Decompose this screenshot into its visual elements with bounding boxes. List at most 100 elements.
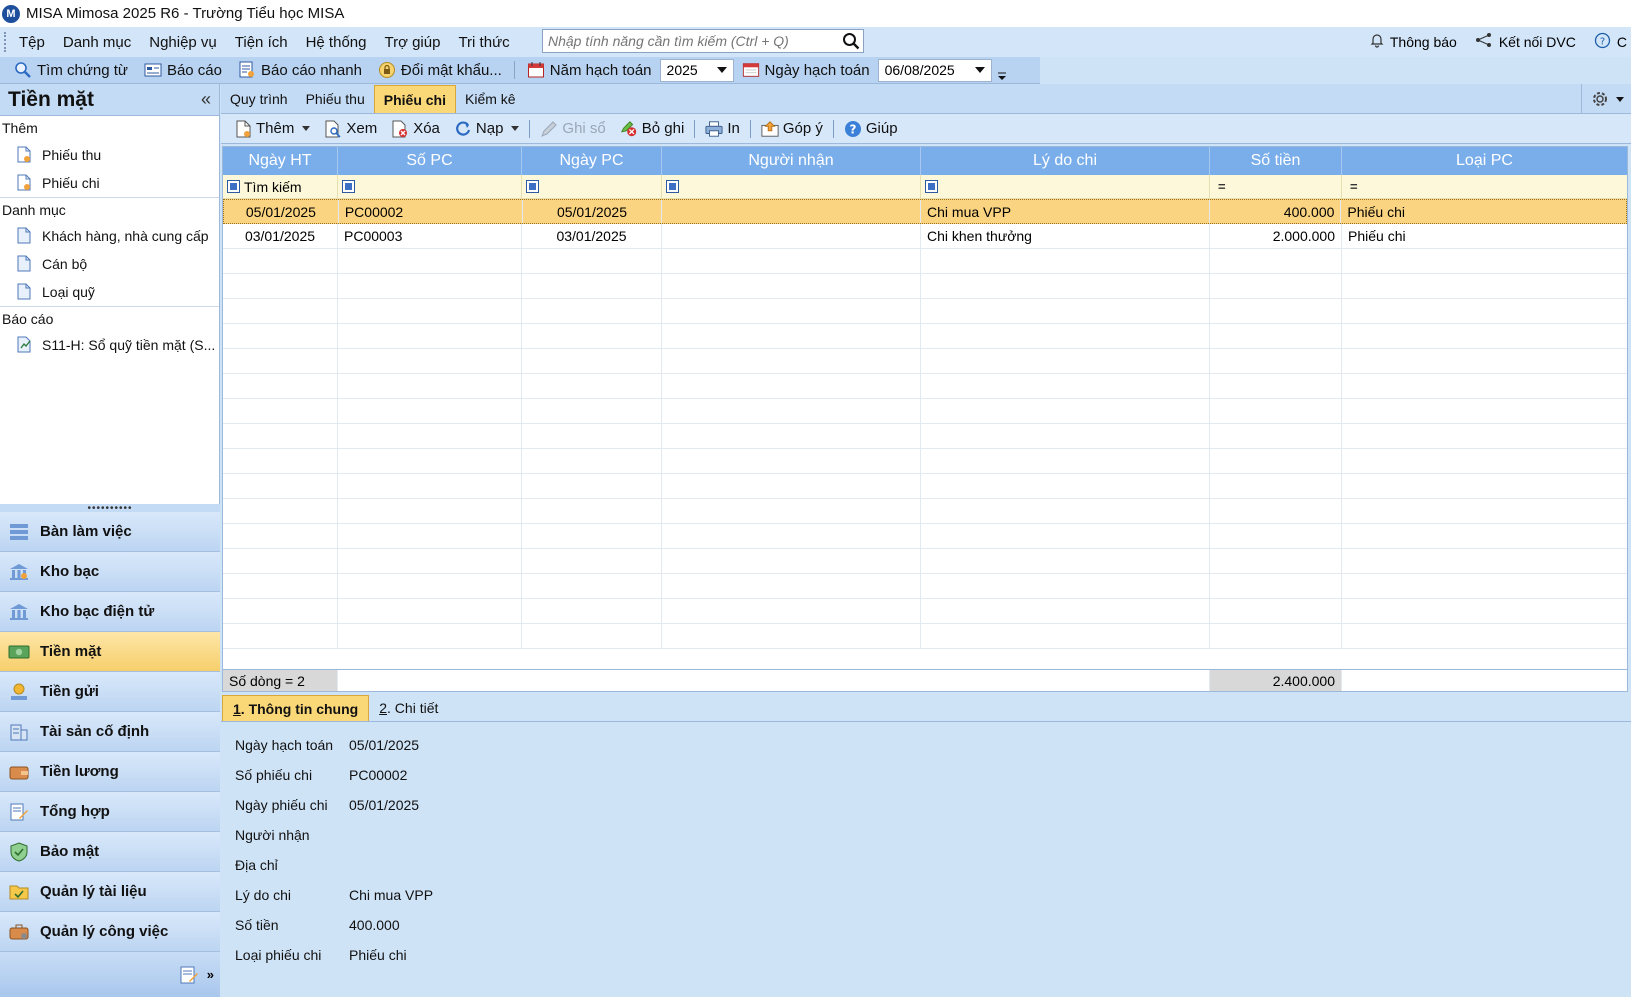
column-header-ngay-pc[interactable]: Ngày PC [522,147,662,175]
sidebar-group-report: Báo cáo [0,306,219,331]
empty-cell [662,499,921,523]
help-circle-icon: ? [1594,32,1611,53]
tab-phieu-chi[interactable]: Phiếu chi [373,85,456,113]
help-action-button[interactable]: ? Giúp [837,115,905,143]
change-password-button[interactable]: Đổi mật khẩu... [370,57,510,84]
view-button[interactable]: Xem [317,115,384,143]
column-header-nguoi-nhan[interactable]: Người nhận [662,147,921,175]
equals-icon[interactable]: = [1218,179,1226,194]
tab-number: 2 [379,700,388,716]
posting-date-label-group: Ngày hạch toán [742,57,878,84]
sidebar-item-can-bo[interactable]: Cán bộ [0,250,219,278]
filter-ngay-pc[interactable] [522,175,662,198]
settings-button[interactable] [1581,84,1631,114]
feedback-button[interactable]: Góp ý [754,115,830,143]
column-header-ly-do-chi[interactable]: Lý do chi [921,147,1210,175]
fiscal-year-select[interactable]: 2025 [659,58,734,82]
nav-tong-hop[interactable]: Tổng hợp [0,792,220,832]
unpost-label: Bỏ ghi [641,120,685,137]
menu-nghiep-vu[interactable]: Nghiệp vụ [140,34,226,51]
menu-he-thong[interactable]: Hệ thống [297,34,376,51]
find-voucher-button[interactable]: Tìm chứng từ [0,57,136,84]
filter-icon[interactable] [227,180,240,193]
filter-so-pc[interactable] [338,175,522,198]
sidebar-splitter[interactable]: •••••••••• [0,503,220,514]
empty-rows [223,249,1627,649]
connect-dvc-button[interactable]: Kết nối DVC [1475,32,1576,52]
empty-cell [921,299,1210,323]
table-row[interactable]: 05/01/2025 PC00002 05/01/2025 Chi mua VP… [223,199,1627,224]
column-header-so-pc[interactable]: Số PC [338,147,522,175]
folder-icon [8,881,30,903]
sidebar-item-phieu-chi[interactable]: Phiếu chi [0,169,219,197]
menu-tro-giup[interactable]: Trợ giúp [375,34,449,51]
toolbar-separator [529,119,531,138]
sidebar-item-phieu-thu[interactable]: Phiếu thu [0,141,219,169]
filter-ngay-ht[interactable]: Tìm kiếm [223,175,338,198]
notification-button[interactable]: Thông báo [1370,33,1457,52]
nav-quan-ly-cong-viec[interactable]: Quản lý công việc [0,912,220,952]
menu-tri-thuc[interactable]: Tri thức [449,34,518,51]
nav-kho-bac-dien-tu[interactable]: Kho bạc điện tử [0,592,220,632]
menu-tien-ich[interactable]: Tiện ích [226,34,297,51]
sidebar-item-so-quy[interactable]: S11-H: Sổ quỹ tiền mặt (S... [0,331,219,359]
sidebar-item-khach-hang[interactable]: Khách hàng, nhà cung cấp [0,222,219,250]
help-button[interactable]: ? C [1594,32,1627,53]
nav-tien-luong[interactable]: Tiền lương [0,752,220,792]
filter-icon[interactable] [526,180,539,193]
nav-quan-ly-tai-lieu[interactable]: Quản lý tài liệu [0,872,220,912]
tab-kiem-ke[interactable]: Kiểm kê [456,85,525,113]
building-icon [8,721,30,743]
filter-loai-pc[interactable]: = [1342,175,1627,198]
filter-ly-do-chi[interactable] [921,175,1210,198]
empty-cell [1210,399,1342,423]
nav-ban-lam-viec[interactable]: Bàn làm việc [0,512,220,552]
chevron-down-icon[interactable] [302,126,311,131]
filter-icon[interactable] [666,180,679,193]
chevron-double-right-icon[interactable]: » [207,967,214,982]
sidebar-item-loai-quy[interactable]: Loại quỹ [0,278,219,306]
column-header-loai-pc[interactable]: Loại PC [1342,147,1627,175]
filter-icon[interactable] [342,180,355,193]
filter-so-tien[interactable]: = [1210,175,1342,198]
feature-search-input[interactable] [543,31,839,51]
tab-quy-trinh[interactable]: Quy trình [221,85,297,113]
empty-cell [338,549,522,573]
edit-note-icon[interactable] [179,965,199,985]
equals-icon[interactable]: = [1350,179,1358,194]
menu-danh-muc[interactable]: Danh mục [54,34,140,51]
delete-button[interactable]: Xóa [384,115,447,143]
toolbar-overflow-icon[interactable] [996,59,1008,81]
tab-general-info[interactable]: 1. Thông tin chung [222,695,370,721]
posting-date-picker[interactable]: 06/08/2025 [877,58,992,82]
empty-table-row [223,249,1627,274]
column-header-ngay-ht[interactable]: Ngày HT [223,147,338,175]
cell-so-pc: PC00003 [338,224,522,248]
unpost-button[interactable]: Bỏ ghi [613,115,692,143]
nav-tien-gui[interactable]: Tiền gửi [0,672,220,712]
nav-tai-san-co-dinh[interactable]: Tài sản cố định [0,712,220,752]
grid-footer: Số dòng = 2 2.400.000 [223,669,1627,691]
report-button[interactable]: Báo cáo [136,57,230,84]
filter-nguoi-nhan[interactable] [662,175,921,198]
empty-cell [338,474,522,498]
nav-bao-mat[interactable]: Bảo mật [0,832,220,872]
table-row[interactable]: 03/01/2025 PC00003 03/01/2025 Chi khen t… [223,224,1627,249]
tab-details[interactable]: 2. Chi tiết [369,695,448,721]
menu-tep[interactable]: Tệp [10,34,54,51]
reload-button[interactable]: Nạp [447,115,527,143]
nav-tien-mat[interactable]: Tiền mặt [0,632,220,672]
chevron-down-icon[interactable] [511,126,520,131]
column-header-so-tien[interactable]: Số tiền [1210,147,1342,175]
add-button[interactable]: Thêm [227,115,317,143]
quick-report-button[interactable]: Báo cáo nhanh [230,57,370,84]
search-icon [14,61,32,79]
nav-kho-bac[interactable]: Kho bạc [0,552,220,592]
search-icon[interactable] [839,30,863,52]
tab-phieu-thu[interactable]: Phiếu thu [297,85,374,113]
print-button[interactable]: In [698,115,747,143]
filter-icon[interactable] [925,180,938,193]
reload-label: Nạp [475,120,504,137]
collapse-icon[interactable]: « [201,89,211,110]
post-button[interactable]: Ghi sổ [533,115,612,143]
